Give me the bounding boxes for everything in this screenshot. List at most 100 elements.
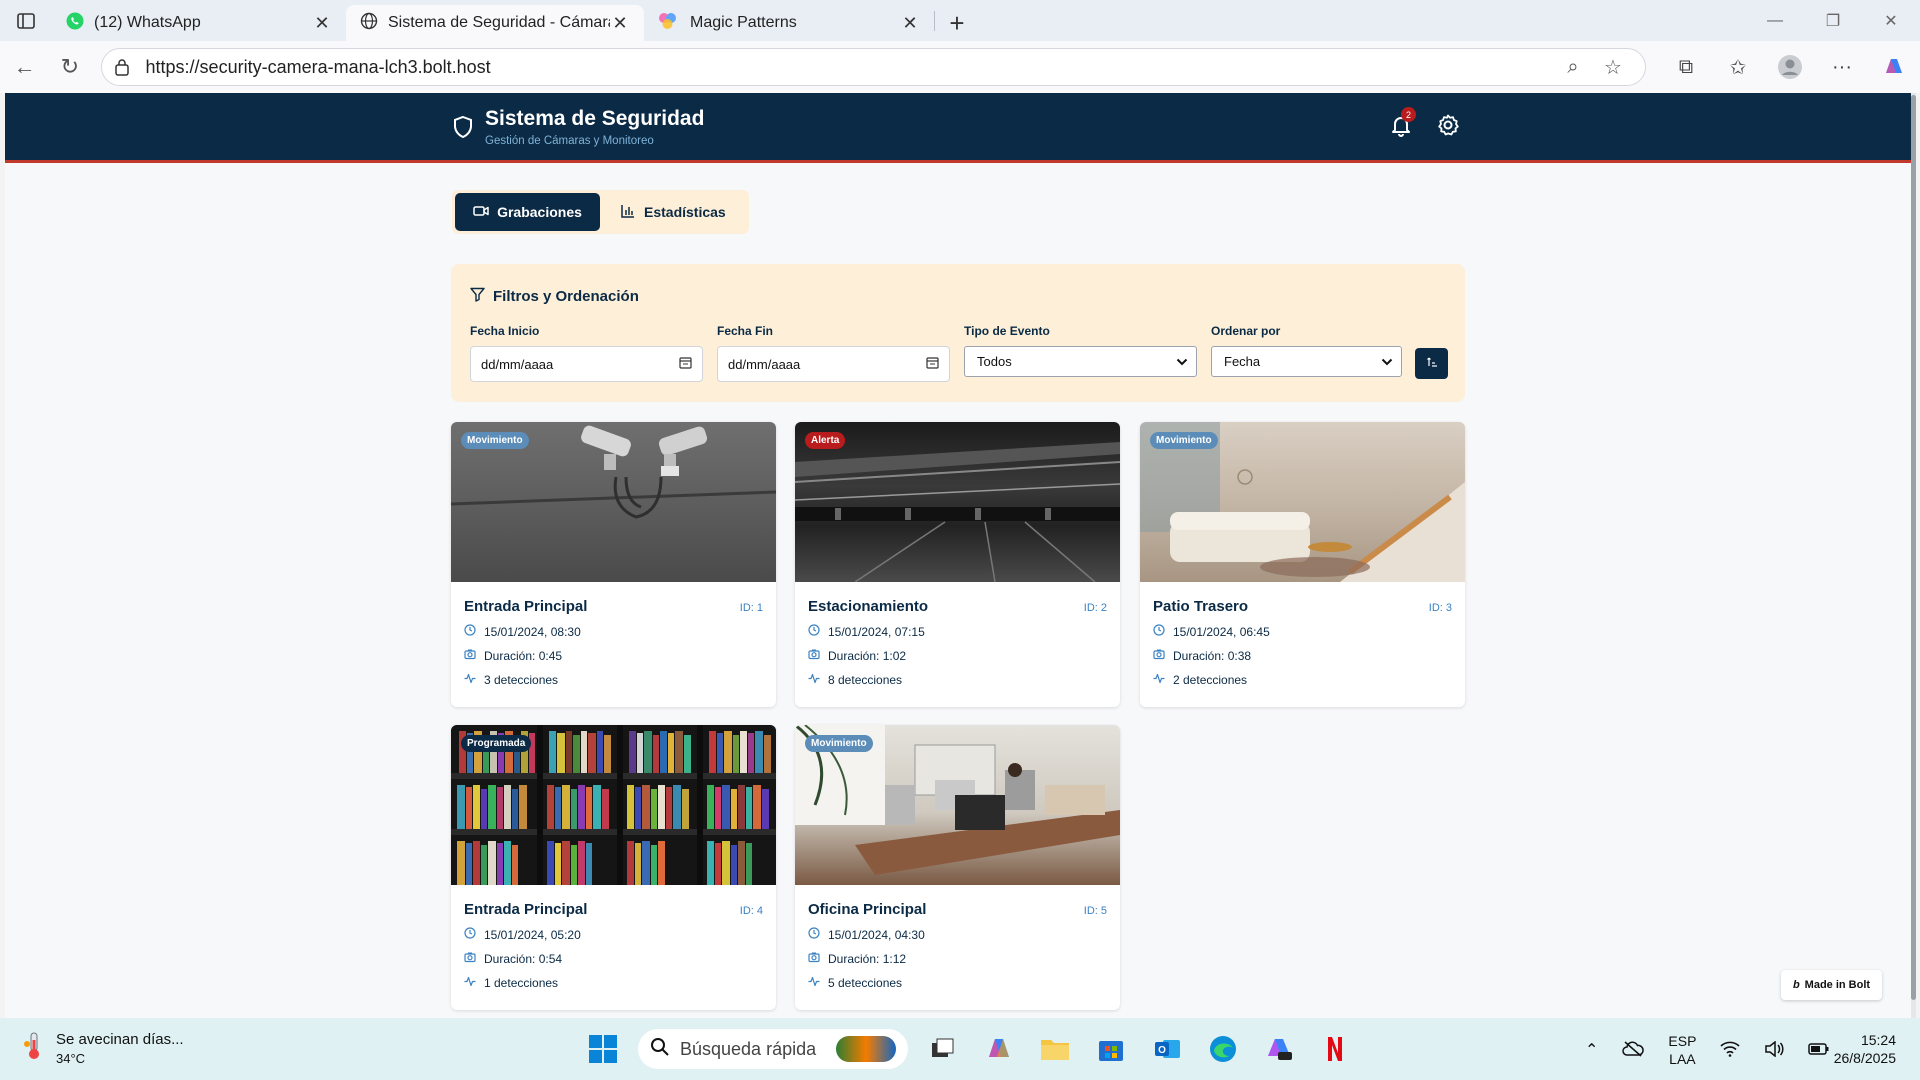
recording-card[interactable]: Alerta Estacionamiento ID: 2 15/01/2024,… bbox=[795, 422, 1120, 707]
recording-card[interactable]: Movimiento Entrada Principal ID: 1 15/01… bbox=[451, 422, 776, 707]
favorites-icon[interactable]: ✩ bbox=[1712, 55, 1764, 80]
new-tab-icon[interactable]: + bbox=[935, 5, 979, 41]
onedrive-offline-icon[interactable] bbox=[1622, 1040, 1645, 1060]
language-code: ESP bbox=[1668, 1033, 1697, 1049]
activity-icon bbox=[464, 975, 476, 990]
volume-icon[interactable] bbox=[1764, 1039, 1784, 1060]
file-explorer-icon[interactable] bbox=[1034, 1028, 1076, 1070]
event-badge: Alerta bbox=[805, 432, 846, 449]
zoom-icon[interactable]: ⌕ bbox=[1553, 56, 1593, 79]
start-date-label: Fecha Inicio bbox=[470, 324, 540, 338]
microsoft-365-icon[interactable] bbox=[1258, 1028, 1300, 1070]
taskbar-search[interactable]: Búsqueda rápida bbox=[638, 1029, 908, 1069]
recording-duration-row: Duración: 0:45 bbox=[464, 648, 763, 663]
bolt-logo-icon: b bbox=[1792, 979, 1800, 991]
magic-patterns-icon bbox=[658, 12, 678, 35]
address-bar[interactable]: https://security-camera-mana-lch3.bolt.h… bbox=[100, 48, 1646, 86]
netflix-icon[interactable] bbox=[1314, 1028, 1356, 1070]
camera-icon bbox=[464, 648, 476, 663]
battery-icon[interactable] bbox=[1808, 1042, 1830, 1059]
settings-button[interactable] bbox=[1436, 113, 1460, 142]
browser-tab-whatsapp[interactable]: (12) WhatsApp ✕ bbox=[52, 5, 346, 41]
url-text[interactable]: https://security-camera-mana-lch3.bolt.h… bbox=[146, 57, 1553, 78]
filters-title: Filtros y Ordenación bbox=[493, 288, 639, 305]
close-window-icon[interactable]: ✕ bbox=[1862, 0, 1920, 41]
language-indicator[interactable]: ESP LAA bbox=[1668, 1032, 1696, 1068]
outlook-icon[interactable]: O bbox=[1146, 1028, 1188, 1070]
microsoft-store-icon[interactable] bbox=[1090, 1028, 1132, 1070]
windows-start-icon[interactable] bbox=[582, 1028, 624, 1070]
scrollbar-thumb[interactable] bbox=[1911, 95, 1916, 1000]
restore-icon[interactable]: ❐ bbox=[1804, 0, 1862, 41]
event-type-select[interactable]: Todos bbox=[964, 346, 1197, 377]
recording-card[interactable]: Movimiento Patio Trasero ID: 3 15/01/202… bbox=[1140, 422, 1465, 707]
notifications-button[interactable]: 2 bbox=[1390, 107, 1416, 137]
wifi-icon[interactable] bbox=[1720, 1041, 1740, 1060]
recording-title: Oficina Principal bbox=[808, 901, 927, 918]
tab-grabaciones[interactable]: Grabaciones bbox=[455, 193, 600, 231]
tab-estadisticas[interactable]: Estadísticas bbox=[600, 193, 746, 231]
recording-datetime: 15/01/2024, 04:30 bbox=[828, 927, 925, 942]
recording-datetime: 15/01/2024, 08:30 bbox=[484, 624, 581, 639]
clock-icon bbox=[1153, 624, 1165, 639]
close-tab-icon[interactable]: ✕ bbox=[610, 13, 630, 34]
recording-datetime-row: 15/01/2024, 06:45 bbox=[1153, 624, 1452, 639]
browser-tab-title: Sistema de Seguridad - Cámaras bbox=[388, 14, 610, 31]
browser-tab-security[interactable]: Sistema de Seguridad - Cámaras ✕ bbox=[346, 5, 644, 41]
more-options-icon[interactable]: ··· bbox=[1816, 56, 1868, 79]
order-by-select[interactable]: Fecha bbox=[1211, 346, 1402, 377]
profile-icon[interactable] bbox=[1764, 54, 1816, 80]
thermometer-icon bbox=[22, 1030, 46, 1068]
calendar-icon[interactable] bbox=[679, 356, 692, 372]
recording-datetime: 15/01/2024, 06:45 bbox=[1173, 624, 1270, 639]
svg-text:O: O bbox=[1158, 1045, 1166, 1056]
page-scrollbar[interactable] bbox=[1911, 93, 1916, 1018]
recording-duration: Duración: 0:45 bbox=[484, 648, 563, 663]
reload-icon[interactable]: ↻ bbox=[47, 47, 92, 87]
calendar-icon[interactable] bbox=[926, 356, 939, 372]
recording-datetime: 15/01/2024, 07:15 bbox=[828, 624, 925, 639]
minimize-icon[interactable]: — bbox=[1746, 0, 1804, 41]
edge-icon[interactable] bbox=[1202, 1028, 1244, 1070]
chevron-up-icon[interactable]: ⌃ bbox=[1585, 1040, 1598, 1060]
sidebar-toggle-icon[interactable] bbox=[0, 0, 52, 41]
recording-duration: Duración: 1:12 bbox=[828, 951, 907, 966]
clock-icon bbox=[808, 927, 820, 942]
shield-icon bbox=[453, 115, 473, 144]
close-tab-icon[interactable]: ✕ bbox=[312, 13, 332, 34]
task-view-icon[interactable] bbox=[922, 1028, 964, 1070]
recording-duration: Duración: 0:54 bbox=[484, 951, 563, 966]
recording-thumbnail: Movimiento bbox=[795, 725, 1120, 885]
recording-detections-row: 8 detecciones bbox=[808, 672, 1107, 687]
sort-direction-button[interactable] bbox=[1415, 348, 1448, 379]
copilot-icon[interactable] bbox=[978, 1028, 1020, 1070]
recording-datetime-row: 15/01/2024, 04:30 bbox=[808, 927, 1107, 942]
browser-tab-magic-patterns[interactable]: Magic Patterns ✕ bbox=[644, 5, 934, 41]
made-in-bolt-label: Made in Bolt bbox=[1804, 979, 1871, 991]
chevron-down-icon bbox=[1176, 354, 1188, 369]
activity-icon bbox=[808, 975, 820, 990]
close-tab-icon[interactable]: ✕ bbox=[900, 13, 920, 34]
system-clock[interactable]: 15:24 26/8/2025 bbox=[1834, 1031, 1896, 1067]
lock-icon[interactable] bbox=[114, 58, 138, 76]
event-type-label: Tipo de Evento bbox=[964, 324, 1050, 338]
extensions-icon[interactable]: ⧉ bbox=[1660, 56, 1712, 79]
favorite-star-icon[interactable]: ☆ bbox=[1593, 55, 1633, 80]
activity-icon bbox=[464, 672, 476, 687]
tab-label: Estadísticas bbox=[644, 204, 726, 220]
end-date-input[interactable]: dd/mm/aaaa bbox=[717, 346, 950, 382]
start-date-input[interactable]: dd/mm/aaaa bbox=[470, 346, 703, 382]
made-in-bolt-badge[interactable]: b Made in Bolt bbox=[1781, 970, 1882, 1000]
browser-tab-title: (12) WhatsApp bbox=[94, 14, 201, 31]
weather-widget[interactable]: Se avecinan días... 34°C bbox=[22, 1030, 184, 1068]
recording-duration-row: Duración: 1:12 bbox=[808, 951, 1107, 966]
recording-id: ID: 3 bbox=[1428, 602, 1452, 614]
copilot-icon[interactable] bbox=[1868, 55, 1920, 79]
activity-icon bbox=[808, 672, 820, 687]
app-title: Sistema de Seguridad bbox=[485, 107, 705, 130]
recording-thumbnail: Movimiento bbox=[451, 422, 776, 582]
recording-card[interactable]: Programada Entrada Principal ID: 4 15/01… bbox=[451, 725, 776, 1010]
order-by-label: Ordenar por bbox=[1211, 324, 1281, 338]
back-icon[interactable]: ← bbox=[2, 47, 47, 87]
recording-card[interactable]: Movimiento Oficina Principal ID: 5 15/01… bbox=[795, 725, 1120, 1010]
